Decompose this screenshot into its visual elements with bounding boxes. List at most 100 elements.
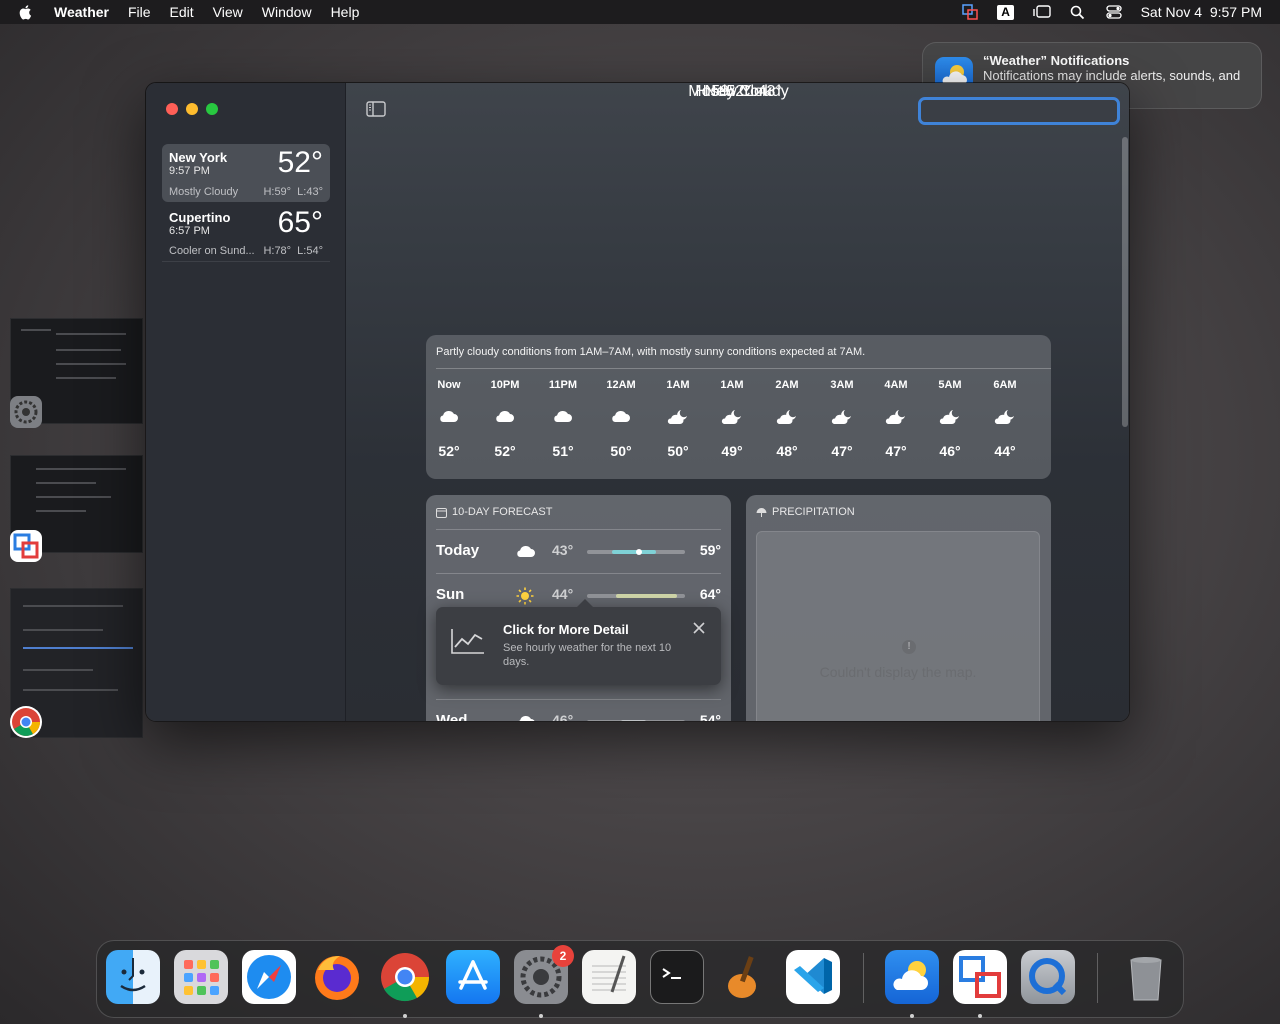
forecast-high: 59° <box>699 542 721 558</box>
partly-cloudy-night-icon <box>707 408 757 428</box>
scrollbar[interactable] <box>1122 137 1128 427</box>
hour-label: 12AM <box>606 379 636 391</box>
hourly-forecast-panel[interactable]: Partly cloudy conditions from 1AM–7AM, w… <box>426 335 1051 479</box>
cloud-icon <box>516 543 536 564</box>
search-input[interactable] <box>918 97 1120 125</box>
running-indicator <box>910 1014 914 1018</box>
weather-window: New York 9:57 PM 52° Mostly Cloudy H:59°… <box>145 82 1130 722</box>
running-indicator <box>978 1014 982 1018</box>
hour-column: 1AM 50° <box>653 379 703 459</box>
close-icon[interactable] <box>692 621 706 635</box>
hour-column: 6AM 44° <box>980 379 1030 459</box>
menu-help[interactable]: Help <box>331 4 360 20</box>
menu-edit[interactable]: Edit <box>170 4 194 20</box>
hour-column: 11PM 51° <box>538 379 588 459</box>
forecast-low: 46° <box>552 712 574 722</box>
menu-clock[interactable]: Sat Nov 4 9:57 PM <box>1141 4 1262 20</box>
textedit-dock-icon[interactable] <box>582 950 636 1004</box>
dock-separator <box>1097 953 1098 1003</box>
weather-dock-icon[interactable] <box>885 950 939 1004</box>
forecast-high: 64° <box>699 586 721 602</box>
running-indicator <box>539 1014 543 1018</box>
system-settings-dock-icon[interactable]: 2 <box>514 945 574 1004</box>
hour-temp: 44° <box>994 443 1016 459</box>
precipitation-panel[interactable]: PRECIPITATION ! Couldn't display the map… <box>746 495 1051 721</box>
hour-label: 11PM <box>548 379 578 391</box>
hour-temp: 47° <box>885 443 907 459</box>
forecast-low: 44° <box>552 586 574 602</box>
hour-label: 6AM <box>993 379 1017 391</box>
location-temp: 52° <box>277 146 323 179</box>
hour-temp: 50° <box>610 443 632 459</box>
location-card-new-york[interactable]: New York 9:57 PM 52° Mostly Cloudy H:59°… <box>162 144 330 202</box>
chrome-dock-icon[interactable] <box>378 950 432 1004</box>
location-temp: 65° <box>277 206 323 239</box>
menu-view[interactable]: View <box>213 4 243 20</box>
hour-label: 3AM <box>830 379 854 391</box>
hour-column: 5AM 46° <box>925 379 975 459</box>
hour-label: 1AM <box>720 379 744 391</box>
location-card-cupertino[interactable]: Cupertino 6:57 PM 65° Cooler on Sund... … <box>162 204 330 262</box>
close-button[interactable] <box>166 103 178 115</box>
location-hilo: H:59° L:43° <box>263 186 323 198</box>
current-hilo: H:59° L:43° <box>695 83 782 100</box>
zoom-button[interactable] <box>206 103 218 115</box>
menu-window[interactable]: Window <box>262 4 312 20</box>
hourly-summary: Partly cloudy conditions from 1AM–7AM, w… <box>436 346 866 358</box>
location-condition: Mostly Cloudy <box>169 186 239 198</box>
finder-dock-icon[interactable] <box>106 950 160 1004</box>
hour-column: 3AM 47° <box>817 379 867 459</box>
hour-temp: 48° <box>776 443 798 459</box>
hour-column: 10PM 52° <box>480 379 530 459</box>
hour-label: 4AM <box>884 379 908 391</box>
partly-cloudy-night-icon <box>871 408 921 428</box>
chrome-thumb-icon[interactable] <box>10 706 42 738</box>
temperature-range-bar <box>587 720 685 721</box>
quicktime-dock-icon[interactable] <box>1021 950 1075 1004</box>
spotlight-search-icon[interactable] <box>1069 4 1087 20</box>
safari-dock-icon[interactable] <box>242 950 296 1004</box>
system-settings-thumb-icon[interactable] <box>10 396 42 428</box>
forecast-row[interactable]: Today 43° 59° <box>436 529 721 571</box>
temperature-range-bar <box>587 594 685 598</box>
hour-temp: 51° <box>552 443 574 459</box>
launchpad-dock-icon[interactable] <box>174 950 228 1004</box>
menu-weather[interactable]: Weather <box>54 4 109 20</box>
temperature-range-fill <box>611 550 656 554</box>
forecast-row[interactable]: Wed 46° 54° <box>436 699 721 722</box>
hour-column: 2AM 48° <box>762 379 812 459</box>
app-store-dock-icon[interactable] <box>446 950 500 1004</box>
firefox-dock-icon[interactable] <box>310 950 364 1004</box>
remote-desktop-thumb-icon[interactable] <box>10 530 42 562</box>
control-center-icon[interactable] <box>1105 4 1123 20</box>
dock-separator <box>863 953 864 1003</box>
garageband-dock-icon[interactable] <box>718 950 772 1004</box>
remote-desktop-status-icon[interactable] <box>961 4 979 20</box>
hour-column: 4AM 47° <box>871 379 921 459</box>
tooltip-body: See hourly weather for the next 10 days. <box>503 642 672 668</box>
tooltip-title: Click for More Detail <box>503 622 629 637</box>
locations-sidebar: New York 9:57 PM 52° Mostly Cloudy H:59°… <box>146 83 346 721</box>
partly-cloudy-night-icon <box>980 408 1030 428</box>
minimize-button[interactable] <box>186 103 198 115</box>
hour-label: 10PM <box>490 379 520 391</box>
terminal-dock-icon[interactable] <box>650 950 704 1004</box>
precipitation-map[interactable]: ! Couldn't display the map. <box>756 531 1040 721</box>
hour-label: 2AM <box>775 379 799 391</box>
remote-desktop-dock-icon[interactable] <box>953 950 1007 1004</box>
stage-manager-icon[interactable] <box>1032 4 1051 20</box>
apple-menu-icon[interactable] <box>18 4 34 20</box>
hour-column: 1AM 49° <box>707 379 757 459</box>
notification-title: “Weather” Notifications <box>983 53 1130 68</box>
hour-column: 12AM 50° <box>596 379 646 459</box>
cloud-icon <box>426 408 474 428</box>
trash-dock-icon[interactable] <box>1119 950 1173 1004</box>
input-source-icon[interactable]: A <box>997 4 1015 20</box>
sidebar-toggle-icon[interactable] <box>366 101 386 117</box>
temperature-range-fill <box>621 720 646 721</box>
current-temp-dot <box>635 549 642 555</box>
hour-temp: 46° <box>939 443 961 459</box>
vscode-dock-icon[interactable] <box>786 950 840 1004</box>
menu-file[interactable]: File <box>128 4 151 20</box>
more-detail-tooltip[interactable]: Click for More Detail See hourly weather… <box>436 599 721 685</box>
